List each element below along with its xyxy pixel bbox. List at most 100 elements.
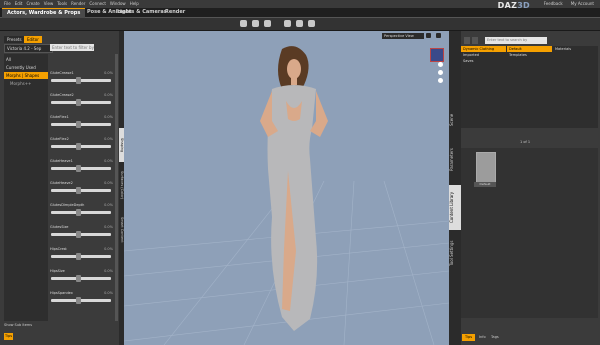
rotate-tool-icon[interactable] <box>252 20 259 27</box>
tab-presets[interactable]: Presets <box>4 36 25 43</box>
light-icon[interactable] <box>308 20 315 27</box>
slider-track[interactable] <box>51 211 111 214</box>
viewport-options-icon[interactable] <box>436 33 441 38</box>
tab-info[interactable]: Info <box>476 334 489 341</box>
slider-value: 0.0% <box>104 159 113 163</box>
slider-knob[interactable] <box>76 275 81 282</box>
slider-gluteheave1[interactable]: GluteHeave1 0.0% <box>49 159 114 181</box>
forward-icon[interactable] <box>472 37 478 44</box>
slider-knob[interactable] <box>76 99 81 106</box>
list-item-all[interactable]: All <box>4 56 48 63</box>
filter-input[interactable]: Enter text to filter by <box>50 44 94 51</box>
menu-window[interactable]: Window <box>110 0 126 8</box>
top-links: Feedback My Account <box>536 0 594 8</box>
tree-column-2: Default Templates <box>507 46 552 128</box>
view-cube-icon[interactable] <box>430 48 444 62</box>
tree-item-materials[interactable]: Materials <box>553 46 598 52</box>
sliders-scrollbar[interactable] <box>115 54 118 321</box>
tab-tips[interactable]: Tips <box>462 334 476 341</box>
slider-label: HipsSpandex <box>50 291 73 295</box>
feedback-link[interactable]: Feedback <box>544 1 563 6</box>
slider-track[interactable] <box>51 277 111 280</box>
slider-track[interactable] <box>51 167 111 170</box>
my-account-link[interactable]: My Account <box>571 1 594 6</box>
menu-file[interactable]: File <box>4 0 11 8</box>
slider-glutessize[interactable]: GlutesSize 0.0% <box>49 225 114 247</box>
pan-icon[interactable] <box>438 70 443 75</box>
tab-render[interactable]: Render <box>160 8 190 17</box>
tips-button[interactable]: Tips <box>4 333 13 340</box>
slider-knob[interactable] <box>76 231 81 238</box>
menu-tools[interactable]: Tools <box>57 0 67 8</box>
thumbnail-default[interactable] <box>476 152 496 184</box>
tree-column-1: Dynamic Clothing Imported Saves <box>461 46 506 128</box>
menu-view[interactable]: View <box>44 0 54 8</box>
slider-hipsspandex[interactable]: HipsSpandex 0.0% <box>49 291 114 313</box>
menu-create[interactable]: Create <box>26 0 39 8</box>
menu-edit[interactable]: Edit <box>15 0 23 8</box>
slider-value: 0.0% <box>104 71 113 75</box>
figure-selector[interactable]: Victoria 4.2 - Sep <box>4 44 53 53</box>
orbit-icon[interactable] <box>438 62 443 67</box>
node-selection-tool-icon[interactable] <box>240 20 247 27</box>
tab-actors-wardrobe-props[interactable]: Actors, Wardrobe & Props <box>2 8 86 18</box>
show-sub-items-checkbox[interactable]: Show Sub Items <box>4 323 32 327</box>
slider-value: 0.0% <box>104 269 113 273</box>
slider-knob[interactable] <box>76 187 81 194</box>
slider-glutesdimpledepth[interactable]: GlutesDimpleDepth 0.0% <box>49 203 114 225</box>
render-icon[interactable] <box>284 20 291 27</box>
camera-selector[interactable]: Perspective View <box>382 33 424 39</box>
zoom-icon[interactable] <box>438 78 443 83</box>
tree-item-saves[interactable]: Saves <box>461 58 506 64</box>
tab-tool-settings[interactable]: Tool Settings <box>449 233 461 273</box>
slider-gluteflex2[interactable]: GluteFlex2 0.0% <box>49 137 114 159</box>
slider-label: GlutesSize <box>50 225 69 229</box>
slider-label: HipsCrest <box>50 247 67 251</box>
list-item-currently-used[interactable]: Currently Used <box>4 64 48 71</box>
morph-sliders: GluteCrease1 0.0% GluteCrease2 0.0% GluteF… <box>49 54 114 321</box>
tree-item-templates[interactable]: Templates <box>507 52 552 58</box>
slider-knob[interactable] <box>76 297 81 304</box>
viewport[interactable] <box>124 31 449 345</box>
slider-gluteheave2[interactable]: GluteHeave2 0.0% <box>49 181 114 203</box>
slider-track[interactable] <box>51 145 111 148</box>
back-icon[interactable] <box>464 37 470 44</box>
tab-parameters[interactable]: Parameters <box>449 140 461 180</box>
slider-track[interactable] <box>51 189 111 192</box>
female-figure[interactable] <box>260 46 328 331</box>
slider-knob[interactable] <box>76 77 81 84</box>
camera-icon[interactable] <box>296 20 303 27</box>
slider-track[interactable] <box>51 101 111 104</box>
menu-render[interactable]: Render <box>71 0 85 8</box>
slider-glutecrease2[interactable]: GluteCrease2 0.0% <box>49 93 114 115</box>
content-search-input[interactable]: Enter text to search by <box>485 37 547 44</box>
slider-knob[interactable] <box>76 165 81 172</box>
menu-connect[interactable]: Connect <box>89 0 106 8</box>
slider-knob[interactable] <box>76 253 81 260</box>
list-item-morphs-shapes[interactable]: Morphs | Shapes <box>4 72 48 79</box>
slider-label: GluteHeave1 <box>50 159 73 163</box>
tab-scene[interactable]: Scene <box>449 105 461 135</box>
category-list: All Currently Used Morphs | Shapes Morph… <box>4 54 48 321</box>
slider-track[interactable] <box>51 255 111 258</box>
viewport-layout-icon[interactable] <box>426 33 431 38</box>
slider-track[interactable] <box>51 123 111 126</box>
slider-knob[interactable] <box>76 209 81 216</box>
slider-track[interactable] <box>51 233 111 236</box>
slider-hipscrest[interactable]: HipsCrest 0.0% <box>49 247 114 269</box>
tab-editor[interactable]: Editor <box>24 36 42 43</box>
slider-gluteflex1[interactable]: GluteFlex1 0.0% <box>49 115 114 137</box>
slider-track[interactable] <box>51 79 111 82</box>
slider-label: GluteCrease2 <box>50 93 74 97</box>
tab-tags[interactable]: Tags <box>488 334 502 341</box>
translate-tool-icon[interactable] <box>264 20 271 27</box>
room-tabbar: Actors, Wardrobe & Props Pose & Animate … <box>0 8 600 18</box>
list-item-morphs-plus[interactable]: Morphs++ <box>4 80 48 87</box>
menu-help[interactable]: Help <box>130 0 139 8</box>
slider-hipssize[interactable]: HipsSize 0.0% <box>49 269 114 291</box>
slider-glutecrease1[interactable]: GluteCrease1 0.0% <box>49 71 114 93</box>
tab-content-library[interactable]: Content Library <box>449 185 461 230</box>
slider-knob[interactable] <box>76 121 81 128</box>
slider-track[interactable] <box>51 299 111 302</box>
slider-knob[interactable] <box>76 143 81 150</box>
